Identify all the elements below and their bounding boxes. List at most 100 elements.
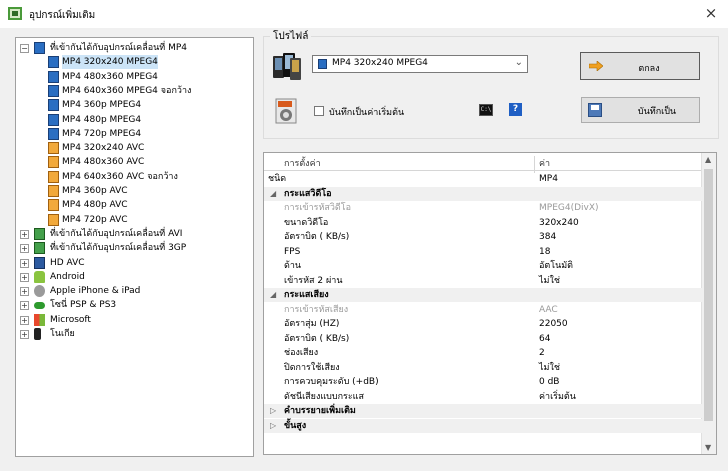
tree-node-label: ที่เข้ากันได้กับอุปกรณ์เคลื่อนที่ MP4 [50,43,187,53]
expand-icon[interactable]: + [20,330,29,339]
chevron-down-icon[interactable]: ⌄ [515,57,523,68]
property-row[interactable]: อัตราสุ่ม (HZ) 22050 [264,317,704,331]
mobile-devices-icon [273,53,301,80]
category-toggle-icon[interactable]: ▷ [270,419,276,433]
property-row[interactable]: ปิดการใช้เสียง ไม่ใช่ [264,361,704,375]
column-divider[interactable] [534,156,535,173]
property-name: การเข้ารหัสวิดีโอ [284,203,352,213]
mp4-profile-icon [48,70,59,83]
property-value[interactable]: 22050 [539,317,568,331]
tree-item-label: MP4 360p AVC [62,186,128,196]
property-grid-header: การตั้งค่า ค่า [264,153,704,173]
expand-icon[interactable]: + [20,229,29,239]
property-row[interactable]: ช่องเสียง 2 [264,346,704,360]
help-icon[interactable]: ? [509,103,522,116]
expand-icon[interactable]: + [20,258,29,268]
property-name: ด้าน [284,261,302,271]
title-bar: อุปกรณ์เพิ่มเติม × [0,0,728,28]
profile-select[interactable]: MP4 320x240 MPEG4 ⌄ [312,55,528,73]
property-name: ช่องเสียง [284,348,319,358]
property-row[interactable]: การควบคุมระดับ (+dB) 0 dB [264,375,704,389]
property-value[interactable]: ไม่ใช่ [539,361,560,375]
tree-item-label: MP4 320x240 MPEG4 [62,55,158,70]
property-value[interactable]: ค่าเริ่มต้น [539,390,576,404]
mp4-profile-icon [48,99,59,112]
tree-item-label: MP4 320x240 AVC [62,143,145,154]
property-value[interactable]: 2 [539,346,545,360]
property-row[interactable]: FPS 18 [264,245,704,259]
mp4-file-icon [275,98,297,124]
property-row[interactable]: ชนิด MP4 [264,172,704,186]
save-default-checkbox[interactable] [314,106,324,116]
expand-icon[interactable]: + [20,287,29,297]
property-row[interactable]: การเข้ารหัสวิดีโอ MPEG4(DivX) [264,201,704,215]
window-title: อุปกรณ์เพิ่มเติม [29,10,96,21]
property-value[interactable]: 18 [539,245,550,259]
property-value[interactable]: 64 [539,332,550,346]
scroll-up-icon[interactable]: ▲ [705,155,711,164]
hd-icon [34,256,45,269]
property-value: MPEG4(DivX) [539,203,599,213]
property-category[interactable]: ◢ กระแสวิดีโอ [264,186,704,201]
avi-icon [34,227,45,240]
property-row[interactable]: เข้ารหัส 2 ผ่าน ไม่ใช่ [264,274,704,288]
save-as-button[interactable]: บันทึกเป็น [581,97,700,123]
device-tree[interactable]: − ที่เข้ากันได้กับอุปกรณ์เคลื่อนที่ MP4 MP… [15,37,254,457]
property-name: กระแสเสียง [284,290,329,300]
property-value[interactable]: 0 dB [539,375,559,389]
property-grid[interactable]: การตั้งค่า ค่า ▲ ▼ ชนิด MP4 ◢ กระแสวิดีโอ กา… [263,152,717,455]
property-row[interactable]: ด้าน อัตโนมัติ [264,259,704,273]
tree-item-label: MP4 720p AVC [62,214,128,225]
property-row[interactable]: ดัชนีเสียงแบบกระแส ค่าเริ่มต้น [264,390,704,404]
property-value: AAC [539,304,558,315]
apple-icon [34,285,45,298]
property-value[interactable]: อัตโนมัติ [539,259,573,273]
property-name: อัตราสุ่ม (HZ) [284,319,340,329]
save-default-label[interactable]: บันทึกเป็นค่าเริ่มต้น [329,105,404,119]
collapse-icon[interactable]: − [20,44,29,53]
expand-icon[interactable]: + [20,315,29,325]
property-value[interactable]: MP4 [539,172,558,186]
property-name: ขนาดวิดีโอ [284,217,329,228]
tree-item-label: MP4 640x360 MPEG4 จอกว้าง [62,85,192,96]
property-name: FPS [284,246,301,257]
property-row[interactable]: ขนาดวิดีโอ 320x240 [264,216,704,230]
column-header-setting: การตั้งค่า [284,159,321,169]
arrow-right-icon [589,61,603,71]
command-prompt-icon[interactable]: C:\ [479,104,493,116]
category-toggle-icon[interactable]: ▷ [270,404,276,418]
property-category[interactable]: ▷ คำบรรยายเพิ่มเติม [264,404,704,418]
property-value[interactable]: ไม่ใช่ [539,274,560,288]
property-category[interactable]: ◢ กระแสเสียง [264,288,704,302]
property-row[interactable]: อัตราบิต ( KB/s) 64 [264,332,704,346]
profile-select-value: MP4 320x240 MPEG4 [332,58,428,68]
android-icon [34,270,45,283]
category-toggle-icon[interactable]: ◢ [270,288,276,302]
tree-node-label: โนเกีย [50,329,75,339]
property-name: การเข้ารหัสเสียง [284,304,349,315]
property-name: ดัชนีเสียงแบบกระแส [284,391,364,402]
sony-icon [34,302,45,310]
property-category[interactable]: ▷ ขั้นสูง [264,418,704,433]
scroll-thumb[interactable] [704,169,713,421]
property-name: อัตราบิต ( KB/s) [284,333,350,344]
close-icon[interactable]: × [702,4,720,22]
scroll-down-icon[interactable]: ▼ [705,443,711,452]
expand-icon[interactable]: + [20,301,29,311]
property-name: ขั้นสูง [284,420,307,431]
mp4-folder-icon [34,42,45,54]
ok-button[interactable]: ตกลง [580,52,700,80]
property-row[interactable]: อัตราบิต ( KB/s) 384 [264,230,704,244]
mp4-profile-icon [48,56,59,69]
expand-icon[interactable]: + [20,272,29,282]
avc-profile-icon [48,170,59,183]
property-row[interactable]: การเข้ารหัสเสียง AAC [264,303,704,317]
property-value[interactable]: 320x240 [539,216,579,230]
tree-node-label: Microsoft [50,314,91,325]
expand-icon[interactable]: + [20,244,29,254]
tree-item-label: MP4 480x360 MPEG4 [62,71,158,82]
profile-group-label: โปรไฟล์ [270,29,312,44]
tree-item-label: MP4 360p MPEG4 [62,100,142,111]
property-value[interactable]: 384 [539,230,556,244]
category-toggle-icon[interactable]: ◢ [270,187,276,201]
